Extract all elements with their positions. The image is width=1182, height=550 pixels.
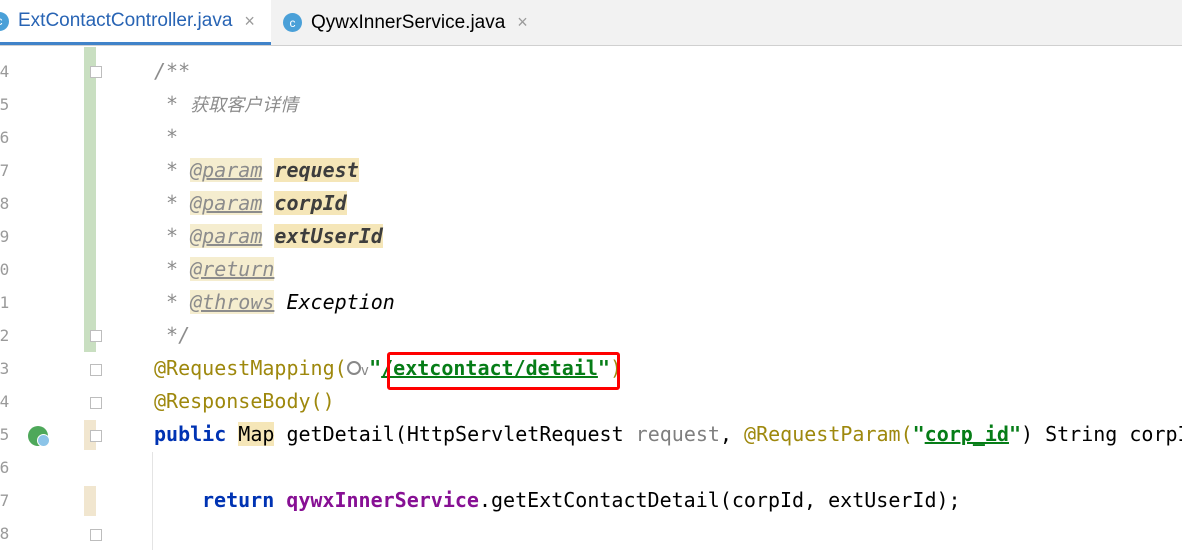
line-number: 57	[0, 161, 10, 180]
highlight-box	[387, 352, 620, 390]
line-number: 55	[0, 95, 10, 114]
fold-icon[interactable]	[90, 66, 102, 78]
comment-text: *	[154, 125, 179, 149]
comment-text: /**	[154, 59, 191, 83]
parameter-name: request	[635, 422, 720, 446]
line-number: 62	[0, 326, 10, 345]
string-quote: "	[912, 422, 925, 446]
tab-ext-contact-controller[interactable]: c ExtContactController.java ×	[0, 0, 271, 45]
code-line: * @param extUserId	[154, 224, 383, 248]
method-signature: getDetail(HttpServletRequest	[274, 422, 636, 446]
endpoint-gutter-icon[interactable]	[28, 426, 50, 447]
javadoc-param-name: request	[274, 158, 359, 182]
line-number: 64	[0, 392, 10, 411]
code-line: /**	[154, 55, 190, 88]
string-quote: "	[369, 356, 382, 380]
code-line: @ResponseBody()	[154, 385, 335, 418]
javadoc-tag: @return	[190, 257, 275, 281]
class-icon: c	[0, 11, 9, 31]
globe-icon[interactable]	[346, 360, 361, 375]
line-number: 59	[0, 227, 10, 246]
field-name: qywxInnerService	[286, 488, 479, 512]
editor-tab-bar: c ExtContactController.java × c QywxInne…	[0, 0, 1182, 46]
javadoc-param-name: extUserId	[274, 224, 383, 248]
javadoc-tag: @param	[190, 224, 263, 248]
code-line: *	[154, 121, 178, 154]
code-text: ) String corpI	[1021, 422, 1182, 446]
line-number: 63	[0, 359, 10, 378]
javadoc-tag: @throws	[190, 290, 275, 314]
code-line: public Map getDetail(HttpServletRequest …	[154, 418, 1182, 451]
chevron-down-icon[interactable]: v	[361, 363, 369, 379]
annotation: @RequestParam(	[744, 422, 913, 446]
code-line: return qywxInnerService.getExtContactDet…	[202, 484, 961, 517]
close-icon[interactable]: ×	[244, 11, 255, 32]
line-number: 65	[0, 425, 10, 444]
fold-icon[interactable]	[90, 529, 102, 541]
tab-label: ExtContactController.java	[18, 10, 233, 31]
comment-text: */	[154, 323, 191, 347]
line-number: 54	[0, 62, 10, 81]
code-line: * @param corpId	[154, 191, 347, 215]
vcs-change-marker[interactable]	[84, 47, 96, 352]
string-quote: "	[1008, 422, 1022, 446]
line-number: 58	[0, 194, 10, 213]
exception-name: Exception	[286, 290, 395, 314]
line-number: 67	[0, 491, 10, 510]
fold-icon[interactable]	[90, 330, 102, 342]
tab-label: QywxInnerService.java	[311, 11, 506, 33]
code-text: .getExtContactDetail(corpId, extUserId);	[478, 488, 961, 512]
string-literal: corp_id	[924, 422, 1009, 446]
keyword: return	[202, 488, 275, 512]
comment-text: *	[154, 92, 191, 116]
indent-guide	[152, 452, 153, 550]
tab-qywx-inner-service[interactable]: c QywxInnerService.java ×	[283, 0, 543, 45]
javadoc-tag: @param	[190, 158, 263, 182]
annotation: @ResponseBody()	[154, 389, 335, 413]
vcs-change-marker[interactable]	[84, 486, 96, 516]
code-line: * 获取客户详情	[154, 88, 298, 121]
comment-text: 获取客户详情	[190, 95, 299, 116]
javadoc-param-name: corpId	[274, 191, 347, 215]
line-number: 56	[0, 128, 10, 147]
code-line: * @return	[154, 257, 275, 281]
class-icon: c	[283, 13, 302, 32]
code-line: * @param request	[154, 158, 359, 182]
fold-icon[interactable]	[90, 364, 102, 376]
line-number: 60	[0, 260, 10, 279]
fold-icon[interactable]	[90, 430, 102, 442]
code-line: */	[154, 319, 190, 352]
line-number: 68	[0, 524, 10, 543]
keyword: public	[154, 422, 227, 446]
code-line: * @throws Exception	[154, 290, 395, 314]
javadoc-tag: @param	[190, 191, 263, 215]
code-text: ,	[719, 422, 745, 446]
fold-icon[interactable]	[90, 397, 102, 409]
type-name: Map	[238, 422, 275, 446]
line-number: 66	[0, 458, 10, 477]
close-icon[interactable]: ×	[517, 12, 528, 33]
line-number: 61	[0, 293, 10, 312]
annotation: @RequestMapping(	[154, 356, 347, 380]
